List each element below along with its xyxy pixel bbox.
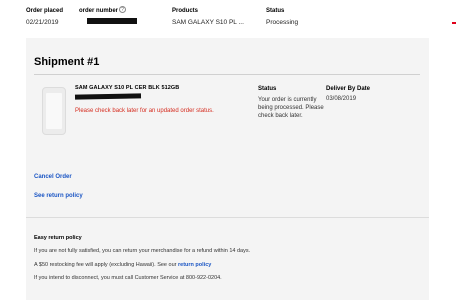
- status-heading: Status: [258, 86, 277, 92]
- order-placed-label: Order placed: [26, 8, 64, 14]
- order-number-redacted: [87, 18, 137, 24]
- help-icon[interactable]: ?: [119, 6, 126, 13]
- return-policy-line-2: A $50 restocking fee will apply (excludi…: [34, 262, 211, 268]
- see-return-policy-link[interactable]: See return policy: [34, 193, 83, 199]
- expand-toggle-icon[interactable]: [452, 22, 456, 24]
- phone-screen: [46, 93, 62, 129]
- phone-image: [42, 87, 66, 135]
- divider: [34, 74, 420, 75]
- cancel-order-link[interactable]: Cancel Order: [34, 174, 72, 180]
- status-value: Processing: [266, 19, 299, 26]
- shipment-panel: [26, 38, 429, 300]
- shipment-title: Shipment #1: [34, 56, 100, 68]
- product-message: Please check back later for an updated o…: [75, 108, 214, 114]
- status-text: Your order is currently being processed.…: [258, 97, 324, 119]
- easy-return-heading: Easy return policy: [34, 235, 82, 241]
- return-policy-line-3: If you intend to disconnect, you must ca…: [34, 275, 222, 281]
- deliver-by-date: 03/08/2019: [326, 96, 357, 102]
- return-policy-line-1: If you are not fully satisfied, you can …: [34, 248, 251, 254]
- return-policy-line-2-text: A $50 restocking fee will apply (excludi…: [34, 262, 177, 268]
- products-label: Products: [172, 8, 199, 14]
- deliver-by-heading: Deliver By Date: [326, 86, 371, 92]
- order-number-label: order number: [79, 8, 119, 14]
- status-label: Status: [266, 8, 285, 14]
- products-value: SAM GALAXY S10 PL ...: [172, 19, 244, 26]
- divider: [26, 217, 429, 218]
- order-placed-value: 02/21/2019: [26, 19, 59, 26]
- return-policy-inline-link[interactable]: return policy: [178, 262, 211, 268]
- product-name: SAM GALAXY S10 PL CER BLK 512GB: [75, 85, 180, 91]
